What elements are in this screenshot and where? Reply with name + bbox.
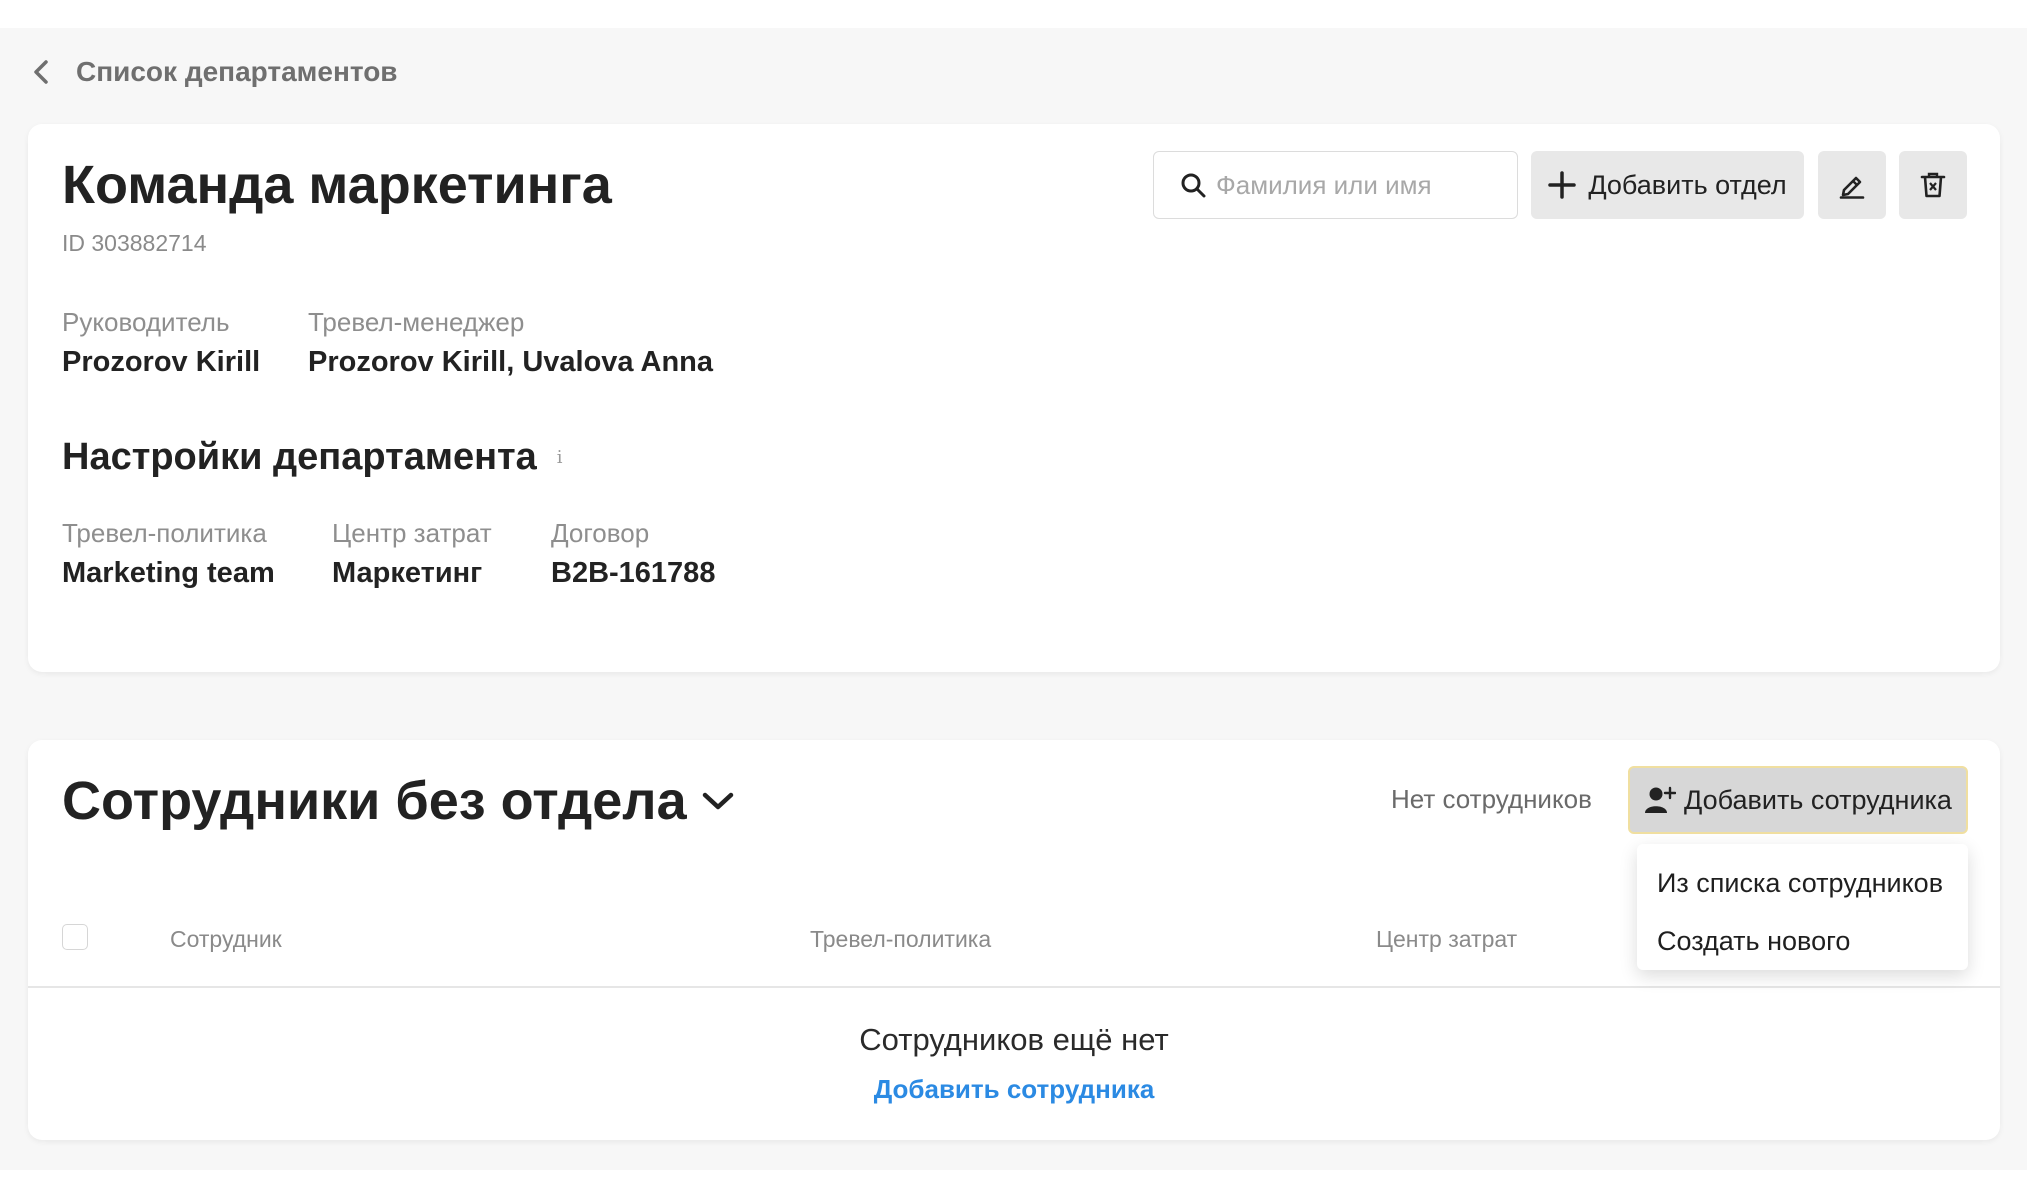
head-label: Руководитель — [62, 307, 230, 337]
empty-state-title: Сотрудников ещё нет — [859, 1022, 1169, 1057]
travel-manager-label: Тревел-менеджер — [308, 307, 525, 337]
cost-center-value: Маркетинг — [332, 557, 483, 589]
chevron-down-icon — [702, 792, 733, 810]
travel-policy-label: Тревел-политика — [62, 518, 267, 548]
user-plus-icon — [1645, 786, 1677, 813]
dropdown-item-create-new[interactable]: Создать нового — [1637, 912, 1968, 970]
empty-state-add-employee-link[interactable]: Добавить сотрудника — [28, 1074, 2000, 1105]
department-title: Команда маркетинга — [62, 155, 612, 215]
table-divider — [28, 986, 2000, 988]
cost-center-label: Центр затрат — [332, 518, 492, 548]
column-header-cost-center[interactable]: Центр затрат — [1376, 926, 1517, 953]
search-icon — [1181, 173, 1206, 198]
column-header-employee[interactable]: Сотрудник — [170, 926, 282, 953]
back-to-departments-link[interactable]: Список департаментов — [30, 52, 398, 92]
travel-manager-field: Тревел-менеджер Prozorov Kirill, Uvalova… — [308, 304, 713, 384]
department-card: Команда маркетинга ID 303882714 Руководи… — [28, 124, 2000, 672]
employees-card: Сотрудники без отдела Нет сотрудников До… — [28, 740, 2000, 1140]
contract-label: Договор — [551, 518, 650, 548]
plus-icon — [1548, 171, 1577, 199]
employees-section-toggle[interactable]: Сотрудники без отдела — [62, 770, 735, 832]
travel-manager-value: Prozorov Kirill, Uvalova Anna — [308, 346, 714, 378]
select-all-checkbox[interactable] — [62, 924, 88, 950]
pencil-icon — [1839, 176, 1865, 199]
edit-department-button[interactable] — [1818, 151, 1886, 219]
employees-section-title: Сотрудники без отдела — [62, 771, 687, 831]
chevron-left-icon — [34, 60, 48, 84]
search-field[interactable] — [1153, 151, 1518, 219]
add-employee-button[interactable]: Добавить сотрудника — [1628, 766, 1968, 834]
add-employee-label: Добавить сотрудника — [1684, 784, 1952, 815]
department-id: ID 303882714 — [62, 230, 207, 256]
head-value: Prozorov Kirill — [62, 346, 261, 378]
column-header-travel-policy[interactable]: Тревел-политика — [810, 926, 991, 953]
info-icon[interactable]: i — [557, 447, 563, 468]
cost-center-field: Центр затрат Маркетинг — [332, 515, 492, 595]
contract-field: Договор B2B-161788 — [551, 515, 715, 595]
delete-department-button[interactable] — [1899, 151, 1967, 219]
travel-policy-field: Тревел-политика Marketing team — [62, 515, 275, 595]
add-department-label: Добавить отдел — [1588, 169, 1787, 200]
settings-title: Настройки департамента i — [62, 436, 563, 479]
search-input[interactable] — [1216, 169, 1506, 201]
contract-value: B2B-161788 — [551, 557, 716, 589]
travel-policy-value: Marketing team — [62, 557, 275, 589]
back-link-label: Список департаментов — [76, 56, 398, 87]
head-field: Руководитель Prozorov Kirill — [62, 304, 260, 384]
employees-status: Нет сотрудников — [1391, 784, 1592, 814]
trash-icon — [1920, 172, 1946, 198]
add-department-button[interactable]: Добавить отдел — [1531, 151, 1804, 219]
add-employee-dropdown: Из списка сотрудников Создать нового — [1637, 844, 1968, 970]
dropdown-item-from-list[interactable]: Из списка сотрудников — [1637, 854, 1968, 912]
settings-title-text: Настройки департамента — [62, 436, 537, 478]
